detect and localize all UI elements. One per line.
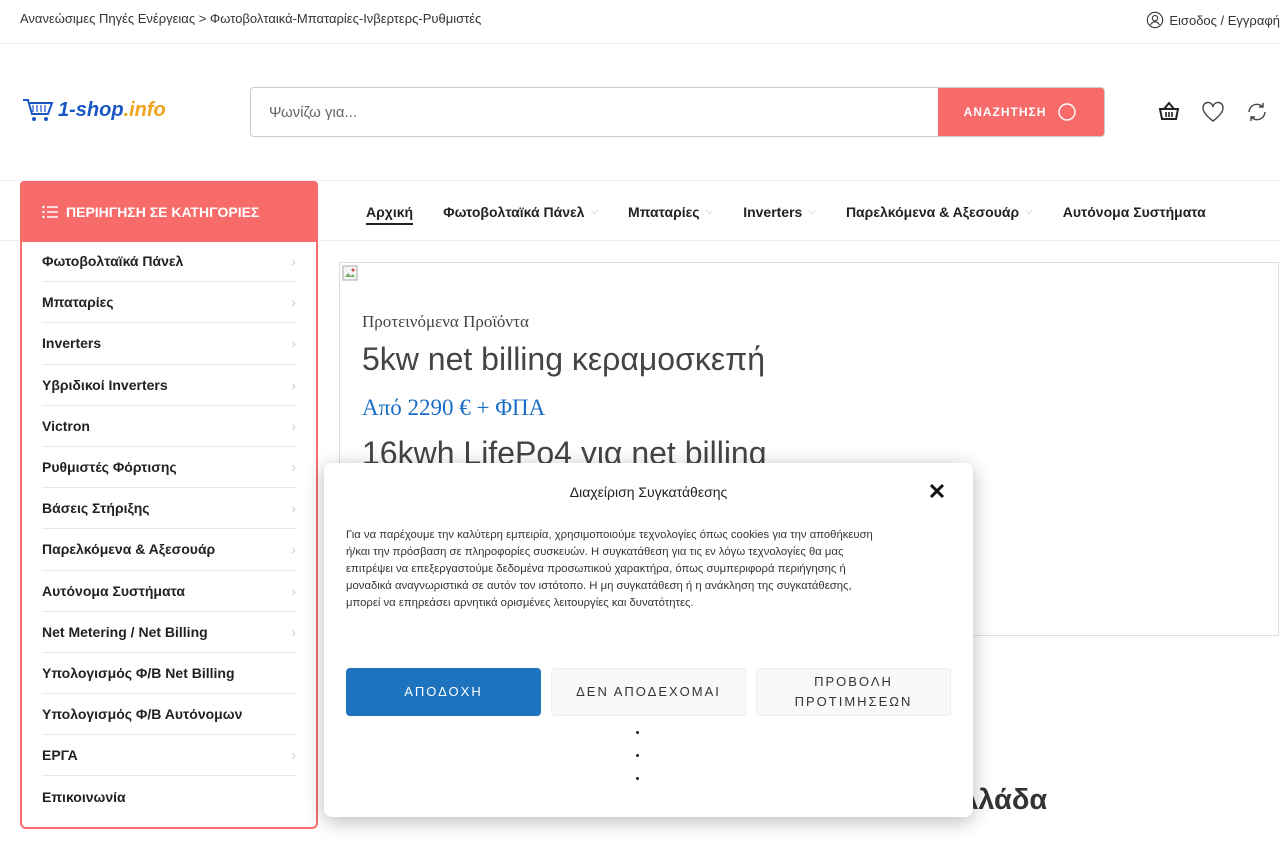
sidebar-item-label: Ρυθμιστές Φόρτισης [42,459,177,476]
chevron-down-icon: ⌵ [1025,206,1033,217]
bullet-dot [636,754,639,757]
sidebar-item[interactable]: Παρελκόμενα & Αξεσουάρ › [42,529,296,571]
nav-item-accessories[interactable]: Παρελκόμενα & Αξεσουάρ ⌵ [846,204,1033,220]
main-nav: Αρχική Φωτοβολταϊκά Πάνελ ⌵ Μπαταρίες ⌵ In… [366,181,1206,242]
consent-links-list [636,731,639,800]
banner-subtitle: Προτεινόμενα Προϊόντα [362,312,529,331]
nav-item-pv-panels[interactable]: Φωτοβολταϊκά Πάνελ ⌵ [443,204,598,220]
banner-price: Από 2290 € + ΦΠΑ [362,395,546,420]
site-header: 1-shop.info ΑΝΑΖΗΤΗΣΗ [0,44,1280,180]
category-sidebar: Φωτοβολταϊκά Πάνελ › Μπαταρίες › Inverters… [20,241,318,829]
breadcrumb[interactable]: Ανανεώσιμες Πηγές Ενέργειας > Φωτοβολται… [20,11,481,26]
chevron-right-icon: › [291,335,296,352]
sidebar-item-label: Υπολογισμός Φ/Β Net Billing [42,664,235,681]
bullet-dot [636,777,639,780]
close-icon[interactable] [927,481,947,501]
sidebar-item-label: Παρελκόμενα & Αξεσουάρ [42,541,216,558]
sidebar-item-label: Αυτόνομα Συστήματα [42,582,186,599]
header-icons [1155,98,1271,126]
login-label: Εισοδος / Εγγραφή [1169,12,1280,28]
nav-label: Inverters [743,203,803,220]
sidebar-item[interactable]: Victron › [42,406,296,447]
banner-title: 5kw net billing κεραμοσκεπή [362,341,765,377]
sidebar-item-label: Μπαταρίες [42,294,114,311]
chevron-right-icon: › [291,294,296,311]
top-bar: Ανανεώσιμες Πηγές Ενέργειας > Φωτοβολται… [0,0,1280,44]
nav-item-batteries[interactable]: Μπαταρίες ⌵ [628,204,713,220]
nav-label: Φωτοβολταϊκά Πάνελ [443,203,585,220]
menu-icon [42,205,58,218]
navigation-row: ΠΕΡΙΗΓΗΣΗ ΣΕ ΚΑΤΗΓΟΡΙΕΣ Αρχική Φωτοβολτα… [0,180,1280,242]
broken-image-icon [342,265,358,281]
chevron-right-icon: › [291,500,296,517]
nav-item-inverters[interactable]: Inverters ⌵ [743,204,816,220]
search-button-label: ΑΝΑΖΗΤΗΣΗ [963,105,1047,119]
chevron-right-icon: › [291,417,296,434]
heart-icon[interactable] [1199,98,1227,126]
sidebar-item[interactable]: Υπολογισμός Φ/Β Net Billing [42,653,296,695]
nav-label: Αρχική [366,203,414,220]
sidebar-item[interactable]: Φωτοβολταϊκά Πάνελ › [42,241,296,283]
sidebar-item[interactable]: ΕΡΓΑ › [42,735,296,777]
nav-label: Παρελκόμενα & Αξεσουάρ [845,203,1020,220]
sidebar-item-label: Επικοινωνία [42,789,126,806]
chevron-right-icon: › [291,582,296,599]
compare-icon[interactable] [1243,98,1271,126]
cart-logo-icon [23,99,54,121]
logo-text: 1-shop.info [58,99,166,122]
consent-body: Για να παρέχουμε την καλύτερη εμπειρία, … [346,529,873,609]
nav-label: Μπαταρίες [628,203,700,220]
cookie-consent-dialog: Διαχείριση Συγκατάθεσης Για να παρέχουμε… [324,463,973,817]
logo-main: 1-shop [58,98,124,121]
chevron-right-icon: › [291,541,296,558]
search-button[interactable]: ΑΝΑΖΗΤΗΣΗ [938,88,1104,136]
sidebar-item-label: Υβριδικοί Inverters [42,376,168,393]
sidebar-item-label: ΕΡΓΑ [42,747,78,764]
search-icon [1058,103,1077,121]
sidebar-item-label: Υπολογισμός Φ/Β Αυτόνομων [42,706,243,723]
site-logo[interactable]: 1-shop.info [22,97,166,123]
view-preferences-button[interactable]: ΠΡΟΒΟΛΗ ΠΡΟΤΙΜΗΣΕΩΝ [756,668,951,716]
browse-categories-button[interactable]: ΠΕΡΙΗΓΗΣΗ ΣΕ ΚΑΤΗΓΟΡΙΕΣ [20,181,318,242]
login-link[interactable]: Εισοδος / Εγγραφή [1146,11,1280,29]
sidebar-item[interactable]: Net Metering / Net Billing › [42,612,296,653]
nav-item-standalone[interactable]: Αυτόνομα Συστήματα [1063,204,1206,220]
sidebar-item-label: Φωτοβολταϊκά Πάνελ [42,253,184,270]
chevron-right-icon: › [291,376,296,393]
browse-categories-label: ΠΕΡΙΗΓΗΣΗ ΣΕ ΚΑΤΗΓΟΡΙΕΣ [66,203,260,220]
bullet-dot [636,731,639,734]
sidebar-item-label: Βάσεις Στήριξης [42,500,150,517]
chevron-right-icon: › [291,747,296,764]
basket-icon[interactable] [1155,98,1183,126]
sidebar-item[interactable]: Επικοινωνία [42,776,296,817]
accept-button[interactable]: ΑΠΟΔΟΧΗ [346,668,541,716]
sidebar-item-label: Net Metering / Net Billing [42,623,208,640]
sidebar-item[interactable]: Inverters › [42,323,296,365]
chevron-down-icon: ⌵ [705,206,714,217]
sidebar-item[interactable]: Αυτόνομα Συστήματα › [42,571,296,612]
chevron-down-icon: ⌵ [808,206,816,217]
logo-tld: .info [123,98,166,121]
sidebar-item[interactable]: Βάσεις Στήριξης › [42,488,296,530]
sidebar-item[interactable]: Μπαταρίες › [42,282,296,324]
sidebar-item[interactable]: Ρυθμιστές Φόρτισης › [42,447,296,489]
sidebar-item-label: Inverters [42,335,102,352]
user-icon [1147,11,1164,29]
chevron-right-icon: › [291,459,296,476]
consent-title: Διαχείριση Συγκατάθεσης [569,484,728,500]
search-input[interactable] [251,88,939,136]
chevron-right-icon: › [291,623,296,640]
nav-item-home[interactable]: Αρχική [366,203,414,225]
nav-label: Αυτόνομα Συστήματα [1062,203,1206,220]
deny-button[interactable]: ΔΕΝ ΑΠΟΔΕΧΟΜΑΙ [551,668,746,716]
chevron-right-icon: › [291,253,296,270]
sidebar-item-label: Victron [42,417,90,434]
consent-buttons: ΑΠΟΔΟΧΗ ΔΕΝ ΑΠΟΔΕΧΟΜΑΙ ΠΡΟΒΟΛΗ ΠΡΟΤΙΜΗΣΕ… [346,668,951,716]
sidebar-item[interactable]: Υβριδικοί Inverters › [42,365,296,406]
chevron-down-icon: ⌵ [590,206,599,217]
sidebar-item[interactable]: Υπολογισμός Φ/Β Αυτόνομων [42,694,296,736]
search-bar: ΑΝΑΖΗΤΗΣΗ [250,87,1105,137]
